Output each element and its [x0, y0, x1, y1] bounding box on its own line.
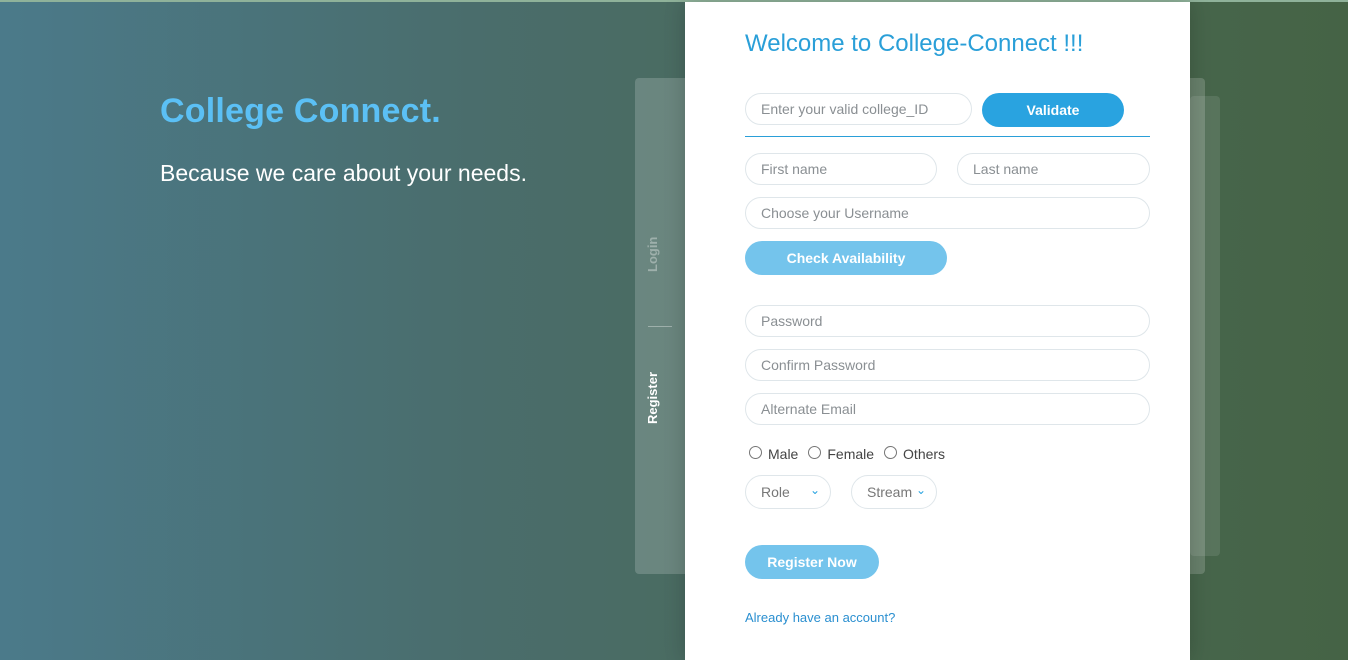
check-availability-button[interactable]: Check Availability [745, 241, 947, 275]
last-name-input[interactable] [957, 153, 1150, 185]
validate-button[interactable]: Validate [982, 93, 1124, 127]
chevron-down-icon: ⌄ [915, 483, 926, 497]
hero-subtitle: Because we care about your needs. [160, 160, 527, 186]
gender-option-male[interactable]: Male [745, 442, 798, 462]
gender-radio-female[interactable] [808, 445, 822, 459]
form-title: Welcome to College-Connect !!! [745, 30, 1084, 57]
gender-radio-group: Male Female Others [745, 442, 951, 462]
role-select-value: Role [761, 484, 790, 500]
register-now-button[interactable]: Register Now [745, 545, 879, 579]
gender-radio-male[interactable] [749, 445, 762, 459]
gender-option-female[interactable]: Female [804, 442, 874, 462]
gender-label-others: Others [903, 446, 946, 462]
gender-label-female: Female [827, 446, 875, 462]
tab-divider [648, 326, 672, 327]
tab-login[interactable]: Login [645, 232, 671, 277]
first-name-input[interactable] [745, 153, 937, 185]
gender-label-male: Male [768, 446, 799, 462]
stream-select[interactable]: Stream ⌄ [851, 475, 937, 509]
role-select[interactable]: Role ⌄ [745, 475, 831, 509]
college-id-input[interactable] [745, 93, 972, 125]
username-input[interactable] [745, 197, 1150, 229]
register-card: Welcome to College-Connect !!! Validate … [685, 2, 1190, 660]
separator-line [745, 136, 1150, 137]
alternate-email-input[interactable] [745, 393, 1150, 425]
gender-option-others[interactable]: Others [880, 442, 945, 462]
stream-select-value: Stream [867, 484, 913, 500]
password-input[interactable] [745, 305, 1150, 337]
gender-radio-others[interactable] [884, 445, 898, 459]
already-have-account-link[interactable]: Already have an account? [745, 610, 895, 625]
chevron-down-icon: ⌄ [809, 483, 820, 497]
tab-register[interactable]: Register [645, 368, 671, 428]
confirm-password-input[interactable] [745, 349, 1150, 381]
hero-title: College Connect. [160, 92, 441, 130]
panel-background-secondary [1190, 96, 1220, 556]
